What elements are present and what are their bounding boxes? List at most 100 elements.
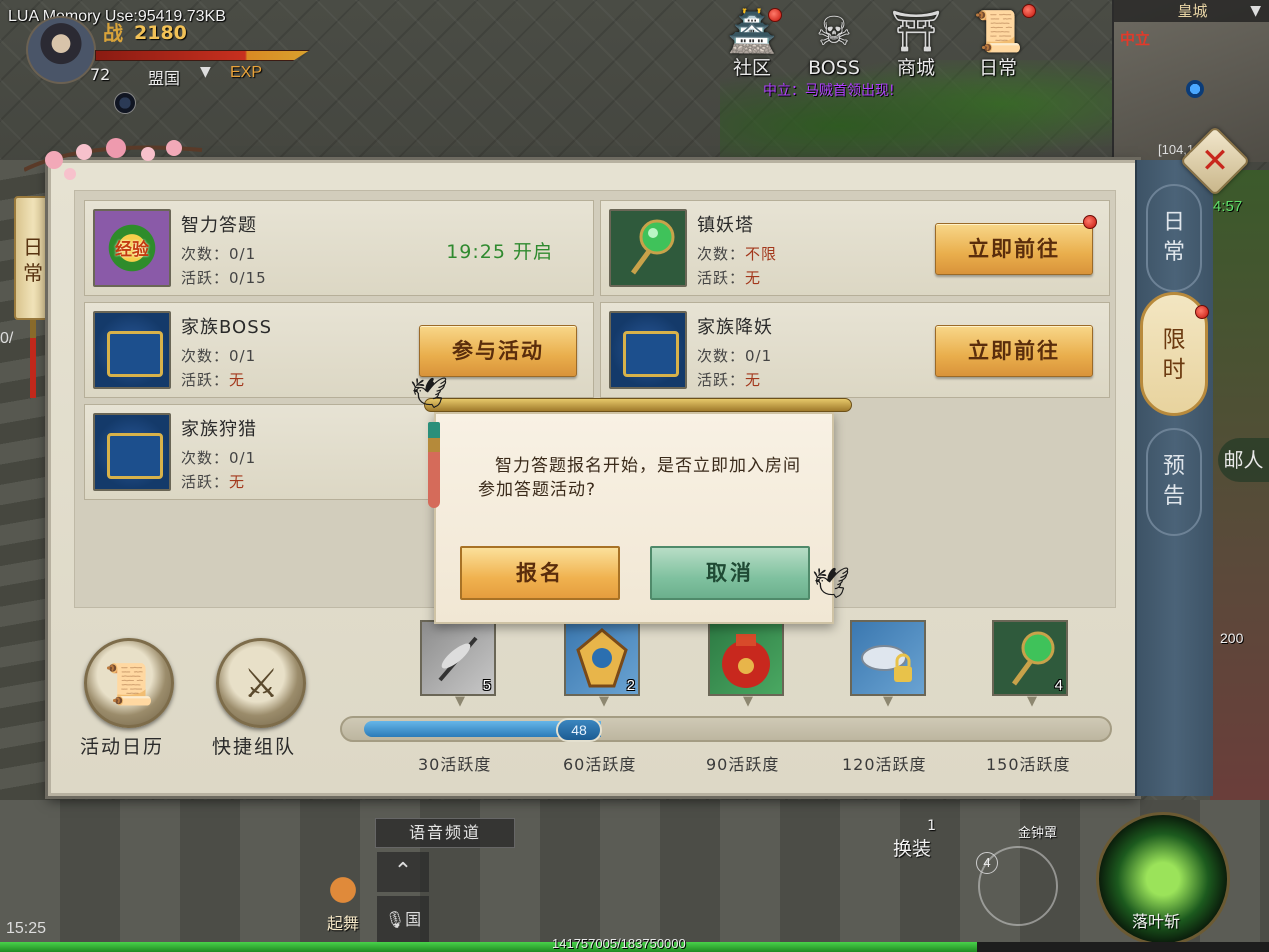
reward-count: 2: [626, 677, 635, 694]
activity-title: 家族降妖: [697, 317, 773, 338]
player-faction[interactable]: 盟国: [148, 65, 180, 89]
side-recruit-button[interactable]: 邮人: [1218, 438, 1269, 482]
activity-active-row: 活跃：无: [181, 473, 246, 491]
quick-team-button[interactable]: ⚔: [216, 638, 306, 728]
menu-shop-button[interactable]: ⛩ 商城: [880, 6, 952, 86]
activity-count-row: 次数：0/1: [181, 245, 257, 263]
minimap[interactable]: 皇城 ▼ 中立 [104,1: [1112, 0, 1269, 162]
boss-icon: ☠: [816, 9, 852, 55]
voice-channel-button[interactable]: 语音频道: [375, 818, 515, 848]
chest-icon: [609, 311, 687, 389]
reward-slot[interactable]: 5: [420, 620, 496, 696]
exp-icon: 经验: [93, 209, 171, 287]
activity-count-row: 次数：0/1: [181, 449, 257, 467]
player-hp-bar: [95, 50, 310, 61]
tassel-decoration: [428, 422, 440, 508]
joystick-count: 4: [976, 852, 998, 874]
side-clock: 4:57: [1213, 198, 1243, 215]
player-level: 72: [90, 65, 111, 84]
silver-ingot-icon: [861, 645, 912, 682]
reward-slot[interactable]: 4: [992, 620, 1068, 696]
activity-card-quiz: 经验 智力答题 次数：0/1 活跃：0/15 19:25 开启: [84, 200, 594, 296]
menu-community-button[interactable]: 🏯 社区: [716, 6, 788, 86]
menu-daily-button[interactable]: 📜 日常: [962, 4, 1036, 86]
go-now-button[interactable]: 立即前往: [935, 223, 1093, 275]
shop-icon: ⛩: [890, 9, 942, 55]
background-bottom-stairs: [0, 800, 1269, 952]
chevron-up-icon[interactable]: ⌃: [377, 852, 429, 892]
activity-calendar-button[interactable]: 📜: [84, 638, 174, 728]
activity-count-row: 次数：0/1: [181, 347, 257, 365]
tassel-decoration: [30, 320, 36, 398]
milestone-label: 120活跃度: [842, 755, 927, 774]
milestone-label: 90活跃度: [706, 755, 780, 774]
milestone-label: 150活跃度: [986, 755, 1071, 774]
reward-slot[interactable]: 2: [564, 620, 640, 696]
tab-preview-label: 预告: [1162, 454, 1185, 509]
minimap-title: 皇城: [1114, 0, 1269, 22]
side-fraction: 0/: [0, 330, 14, 347]
tab-limited-time-label: 限时: [1162, 327, 1186, 383]
reward-slot[interactable]: [708, 620, 784, 696]
notification-dot: [1083, 215, 1097, 229]
swallow-icon: 🕊: [812, 566, 851, 601]
activity-title: 家族BOSS: [181, 317, 273, 338]
chevron-down-icon[interactable]: ▼: [200, 64, 211, 80]
activity-count-row: 次数：0/1: [697, 347, 773, 365]
event-notice: 中立：马贼首领出现!: [763, 83, 895, 99]
chest-icon: [93, 311, 171, 389]
reward-count: 5: [482, 677, 491, 694]
go-now-button[interactable]: 立即前往: [935, 325, 1093, 377]
chevron-down-icon[interactable]: ▼: [1250, 0, 1261, 22]
menu-shop-label: 商城: [896, 57, 935, 79]
dance-button[interactable]: 起舞: [312, 858, 374, 938]
daily-icon: 📜: [973, 9, 1023, 55]
signup-button[interactable]: 报名: [460, 546, 620, 600]
main-skill-label: 落叶斩: [1132, 912, 1181, 931]
notification-dot: [1022, 4, 1036, 18]
clock-label: 15:25: [6, 920, 47, 937]
mic-button[interactable]: 🎙国: [377, 896, 429, 944]
join-activity-button[interactable]: 参与活动: [419, 325, 577, 377]
activity-progress-value: 48: [556, 718, 602, 742]
menu-boss-button[interactable]: ☠ BOSS: [798, 6, 870, 86]
chevron-down-icon: ▼: [1027, 694, 1037, 709]
minimap-zone: 中立: [1120, 30, 1151, 48]
tab-limited-time[interactable]: 限时: [1140, 292, 1209, 416]
mic-channel-label: 国: [405, 910, 422, 929]
green-orb-wand-icon: [609, 209, 687, 287]
team-helmet-icon: ⚔: [243, 661, 279, 707]
notification-dot: [1195, 305, 1209, 319]
side-daily-tab[interactable]: 日常: [14, 196, 52, 398]
reward-count: 4: [1054, 677, 1063, 694]
exp-progress-text: 141757005/183750000: [552, 936, 686, 951]
reward-slot[interactable]: [850, 620, 926, 696]
tab-preview[interactable]: 预告: [1146, 428, 1202, 536]
activity-active-row: 活跃：无: [181, 371, 246, 389]
exp-bar-fill: [0, 942, 977, 952]
change-outfit-button[interactable]: 换装 1: [882, 818, 942, 878]
dialog-message: 智力答题报名开始，是否立即加入房间参加答题活动?: [478, 456, 801, 500]
player-avatar[interactable]: [26, 16, 96, 84]
swallow-icon: 🕊: [410, 376, 449, 411]
activity-title: 智力答题: [181, 215, 257, 236]
change-outfit-count: 1: [927, 818, 936, 834]
milestone-label: 30活跃度: [418, 755, 492, 774]
tab-daily[interactable]: 日常: [1146, 184, 1202, 292]
cancel-button[interactable]: 取消: [650, 546, 810, 600]
activity-open-time: 19:25 开启: [446, 241, 553, 263]
exp-label: EXP: [230, 64, 263, 81]
activity-active-row: 活跃：0/15: [181, 269, 267, 287]
close-icon: ✕: [1200, 141, 1230, 181]
chevron-down-icon: ▼: [883, 694, 893, 709]
activity-card-family-boss: 家族BOSS 次数：0/1 活跃：无 参与活动: [84, 302, 594, 398]
side-daily-tab-label: 日常: [23, 235, 43, 285]
activity-title: 家族狩猎: [181, 419, 257, 440]
tab-daily-label: 日常: [1162, 210, 1185, 265]
milestone-label: 60活跃度: [563, 755, 637, 774]
buff-icon[interactable]: [114, 92, 136, 114]
activity-card-family-demon: 家族降妖 次数：0/1 活跃：无 立即前往: [600, 302, 1110, 398]
menu-boss-label: BOSS: [808, 57, 860, 79]
activity-calendar-label: 活动日历: [80, 736, 165, 758]
chevron-down-icon: ▼: [599, 694, 609, 709]
